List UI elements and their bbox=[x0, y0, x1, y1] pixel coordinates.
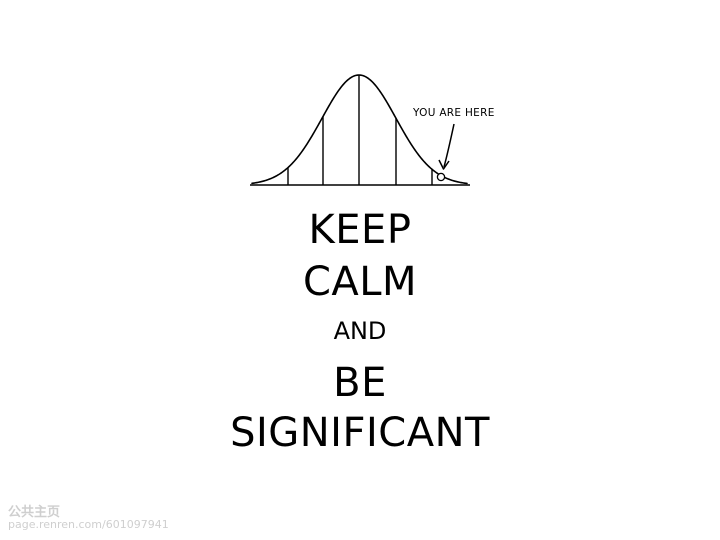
you-are-here-label: YOU ARE HERE bbox=[413, 107, 495, 119]
std-dev-lines bbox=[287, 75, 433, 185]
you-are-here-marker bbox=[436, 172, 446, 182]
slogan-keep: KEEP bbox=[308, 207, 412, 253]
arrow-icon bbox=[443, 123, 455, 168]
slogan-significant: SIGNIFICANT bbox=[230, 410, 490, 456]
slogan-and: AND bbox=[333, 317, 387, 345]
poster: YOU ARE HERE KEEP CALM AND BE SIGNIFICAN… bbox=[0, 0, 720, 540]
slogan-calm: CALM bbox=[302, 259, 418, 305]
watermark-url: page.renren.com/601097941 bbox=[8, 518, 169, 531]
slogan-be: BE bbox=[333, 360, 387, 406]
